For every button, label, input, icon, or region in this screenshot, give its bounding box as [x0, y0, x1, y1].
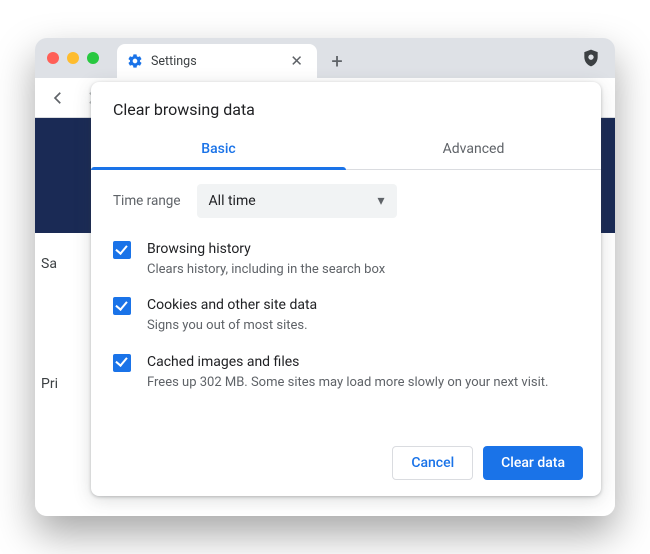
checkbox-cookies[interactable] — [113, 297, 131, 315]
minimize-window-button[interactable] — [67, 52, 79, 64]
time-range-value: All time — [209, 193, 256, 209]
backdrop-row: Sa — [35, 233, 85, 295]
close-tab-icon[interactable]: ✕ — [286, 52, 307, 70]
time-range-row: Time range All time ▾ — [113, 184, 579, 218]
tab-title: Settings — [151, 54, 278, 69]
gear-icon — [127, 53, 143, 69]
option-desc: Frees up 302 MB. Some sites may load mor… — [147, 374, 548, 392]
dialog-footer: Cancel Clear data — [91, 434, 601, 496]
tab-advanced[interactable]: Advanced — [346, 131, 601, 169]
dialog-title: Clear browsing data — [91, 82, 601, 131]
option-title: Browsing history — [147, 240, 385, 259]
new-tab-button[interactable]: + — [323, 47, 351, 75]
time-range-select[interactable]: All time ▾ — [197, 184, 397, 218]
option-desc: Clears history, including in the search … — [147, 261, 385, 279]
option-title: Cookies and other site data — [147, 296, 317, 315]
option-cache[interactable]: Cached images and files Frees up 302 MB.… — [113, 353, 579, 391]
time-range-label: Time range — [113, 193, 181, 209]
window-traffic-lights — [47, 52, 99, 64]
option-cookies[interactable]: Cookies and other site data Signs you ou… — [113, 296, 579, 334]
dialog-body: Time range All time ▾ Browsing history C… — [91, 170, 601, 434]
chevron-down-icon: ▾ — [378, 193, 385, 209]
close-window-button[interactable] — [47, 52, 59, 64]
option-browsing-history[interactable]: Browsing history Clears history, includi… — [113, 240, 579, 278]
checkbox-cache[interactable] — [113, 354, 131, 372]
maximize-window-button[interactable] — [87, 52, 99, 64]
browser-tab[interactable]: Settings ✕ — [117, 44, 317, 78]
clear-data-button[interactable]: Clear data — [483, 446, 583, 480]
option-desc: Signs you out of most sites. — [147, 317, 317, 335]
option-title: Cached images and files — [147, 353, 548, 372]
tab-basic[interactable]: Basic — [91, 131, 346, 169]
checkbox-browsing-history[interactable] — [113, 241, 131, 259]
titlebar: Settings ✕ + — [35, 38, 615, 78]
clear-browsing-data-dialog: Clear browsing data Basic Advanced Time … — [91, 82, 601, 496]
back-button[interactable] — [43, 83, 73, 113]
backdrop-row: Pri — [35, 353, 85, 415]
cancel-button[interactable]: Cancel — [392, 446, 473, 480]
browser-window: Settings ✕ + Chrome | chrome://settings — [35, 38, 615, 516]
dialog-tabs: Basic Advanced — [91, 131, 601, 170]
incognito-shield-icon[interactable] — [581, 48, 601, 68]
